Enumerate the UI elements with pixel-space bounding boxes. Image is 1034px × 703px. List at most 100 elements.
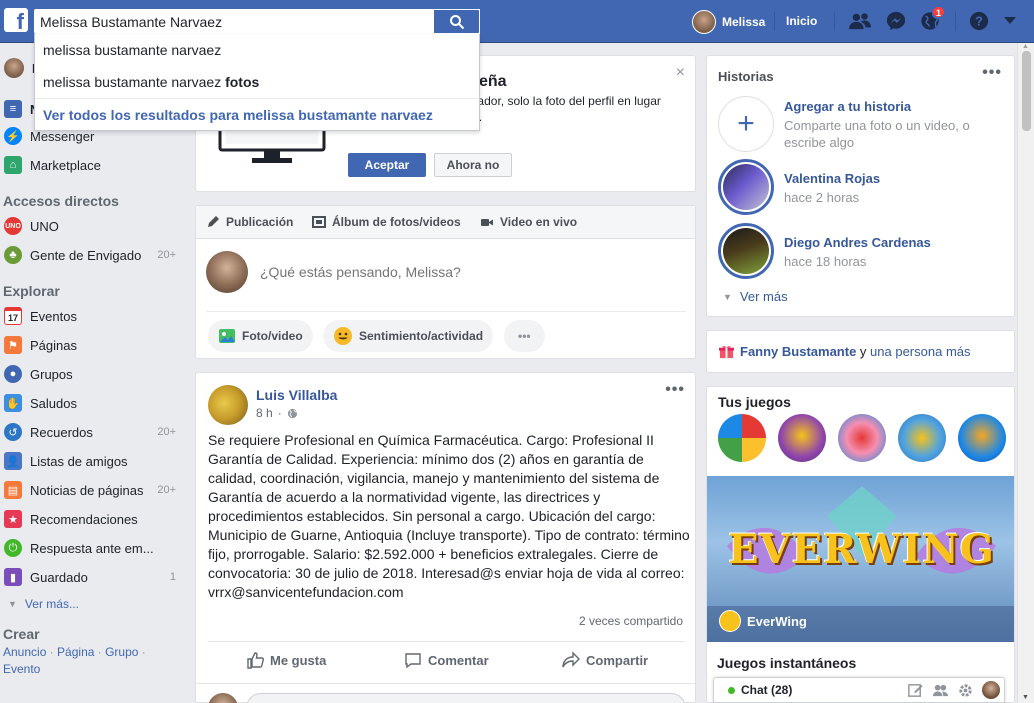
photo-video-button[interactable]: Foto/video bbox=[208, 320, 313, 352]
add-story-title: Agregar a tu historia bbox=[784, 99, 912, 114]
comment-input[interactable] bbox=[246, 693, 686, 703]
account-menu-button[interactable] bbox=[999, 10, 1021, 32]
friends-icon bbox=[849, 13, 871, 30]
scroll-up-arrow[interactable]: ▲ bbox=[1022, 43, 1029, 50]
item-count: 20+ bbox=[157, 249, 176, 261]
divider bbox=[196, 683, 695, 684]
create-group-link[interactable]: Grupo bbox=[105, 645, 138, 659]
birthday-name[interactable]: Fanny Bustamante bbox=[740, 344, 856, 359]
see-all-results-link[interactable]: Ver todos los resultados para melissa bu… bbox=[35, 98, 479, 130]
tab-live-video[interactable]: Video en vivo bbox=[480, 215, 577, 229]
post-options-button[interactable]: ••• bbox=[665, 381, 685, 399]
help-button[interactable]: ? bbox=[967, 10, 991, 32]
story-item[interactable]: Valentina Rojas hace 2 horas bbox=[718, 159, 880, 215]
page-scrollbar[interactable]: ▲ ▼ bbox=[1017, 43, 1034, 703]
accept-button[interactable]: Aceptar bbox=[348, 153, 426, 177]
chat-bar[interactable]: Chat (28) bbox=[713, 677, 1005, 703]
post-author[interactable]: Luis Villalba bbox=[256, 387, 337, 403]
gear-icon[interactable] bbox=[957, 682, 974, 699]
search-input[interactable] bbox=[34, 9, 434, 34]
search-button[interactable] bbox=[434, 9, 480, 34]
sidebar-item-respuesta-ante-emergencias[interactable]: ⏻ Respuesta ante em... bbox=[4, 537, 184, 559]
game-icon[interactable] bbox=[898, 414, 946, 462]
tab-label: Publicación bbox=[226, 215, 294, 229]
memories-icon: ↺ bbox=[4, 423, 22, 441]
story-item[interactable]: Diego Andres Cardenas hace 18 horas bbox=[718, 223, 931, 279]
sidebar-item-grupos[interactable]: ● Grupos bbox=[4, 363, 184, 385]
item-count: 20+ bbox=[157, 484, 176, 496]
gift-icon bbox=[719, 345, 734, 359]
friend-requests-button[interactable] bbox=[848, 10, 872, 32]
profile-link[interactable]: Melissa bbox=[692, 9, 765, 34]
sidebar-item-guardado[interactable]: ▮ Guardado 1 bbox=[4, 566, 184, 588]
stories-see-more[interactable]: ▼ Ver más bbox=[723, 289, 788, 304]
game-icon[interactable] bbox=[718, 414, 766, 462]
create-ad-link[interactable]: Anuncio bbox=[3, 645, 46, 659]
sidebar-item-listas-de-amigos[interactable]: 👤 Listas de amigos bbox=[4, 450, 184, 472]
home-link[interactable]: Inicio bbox=[786, 14, 817, 28]
chat-actions bbox=[907, 681, 1000, 699]
share-button[interactable]: Compartir bbox=[562, 651, 648, 669]
compose-icon[interactable] bbox=[907, 682, 924, 699]
sidebar-item-recomendaciones[interactable]: ★ Recomendaciones bbox=[4, 508, 184, 530]
sidebar-item-label: Saludos bbox=[30, 395, 77, 411]
game-icon[interactable] bbox=[778, 414, 826, 462]
sidebar-item-label: Listas de amigos bbox=[30, 453, 128, 469]
create-page-link[interactable]: Página bbox=[57, 645, 94, 659]
sidebar-item-uno[interactable]: UNO UNO bbox=[4, 215, 184, 237]
pencil-icon bbox=[208, 216, 219, 227]
close-icon[interactable]: × bbox=[676, 64, 685, 82]
sidebar-item-saludos[interactable]: ✋ Saludos bbox=[4, 392, 184, 414]
see-more-link[interactable]: ▼ Ver más... bbox=[8, 597, 79, 611]
new-group-icon[interactable] bbox=[932, 682, 949, 699]
post-meta: 8 h · bbox=[256, 406, 298, 420]
game-icon[interactable] bbox=[958, 414, 1006, 462]
suggestion-text: melissa bustamante narvaez bbox=[43, 74, 226, 90]
suggestion-bold-text: fotos bbox=[225, 74, 260, 90]
create-links: Anuncio · Página · Grupo · Evento bbox=[3, 645, 146, 676]
suggestion-item[interactable]: melissa bustamante narvaez bbox=[35, 34, 479, 66]
friend-lists-icon: 👤 bbox=[4, 452, 22, 470]
sidebar-item-noticias-de-paginas[interactable]: ▤ Noticias de páginas 20+ bbox=[4, 479, 184, 501]
birthday-others[interactable]: una persona más bbox=[870, 344, 970, 359]
feeling-activity-button[interactable]: Sentimiento/actividad bbox=[323, 320, 494, 352]
avatar bbox=[208, 693, 238, 703]
create-event-link[interactable]: Evento bbox=[3, 662, 40, 676]
games-title: Tus juegos bbox=[718, 394, 791, 410]
messages-button[interactable] bbox=[884, 10, 908, 32]
stories-options-button[interactable]: ••• bbox=[982, 64, 1002, 82]
globe-icon bbox=[287, 408, 297, 418]
tab-post[interactable]: Publicación bbox=[206, 215, 293, 229]
scroll-thumb[interactable] bbox=[1022, 51, 1031, 131]
post-time[interactable]: 8 h bbox=[256, 406, 273, 420]
tab-photo-album[interactable]: Álbum de fotos/videos bbox=[312, 215, 461, 229]
sidebar-item-gente-de-envigado[interactable]: ♣ Gente de Envigado 20+ bbox=[4, 244, 184, 266]
sidebar-item-label: Gente de Envigado bbox=[30, 247, 142, 263]
not-now-button[interactable]: Ahora no bbox=[434, 153, 512, 177]
add-story-item[interactable]: + Agregar a tu historia Comparte una fot… bbox=[718, 96, 994, 152]
more-options-button[interactable]: ••• bbox=[504, 320, 545, 352]
notification-badge: 1 bbox=[932, 6, 946, 18]
game-banner[interactable]: EVERWING EverWing bbox=[707, 476, 1014, 642]
status-input[interactable] bbox=[260, 264, 660, 280]
suggestion-item[interactable]: melissa bustamante narvaez fotos bbox=[35, 66, 479, 98]
sidebar-item-eventos[interactable]: 17 Eventos bbox=[4, 305, 184, 327]
sidebar-item-marketplace[interactable]: ⌂ Marketplace bbox=[4, 154, 184, 176]
avatar[interactable] bbox=[982, 681, 1000, 699]
avatar[interactable] bbox=[208, 385, 248, 425]
comment-button[interactable]: Comentar bbox=[404, 651, 489, 669]
sidebar-item-paginas[interactable]: ⚑ Páginas bbox=[4, 334, 184, 356]
facebook-logo[interactable]: f bbox=[4, 8, 28, 32]
stories-card: Historias ••• + Agregar a tu historia Co… bbox=[706, 55, 1015, 317]
like-button[interactable]: Me gusta bbox=[246, 651, 326, 669]
game-icon[interactable] bbox=[838, 414, 886, 462]
search-box[interactable] bbox=[34, 9, 480, 34]
instant-games-title: Juegos instantáneos bbox=[717, 655, 857, 671]
album-icon bbox=[312, 216, 326, 228]
scroll-down-arrow[interactable]: ▼ bbox=[1022, 694, 1029, 701]
post-text: Se requiere Profesional en Química Farma… bbox=[208, 432, 690, 600]
share-count[interactable]: 2 veces compartido bbox=[579, 614, 683, 628]
sidebar-item-recuerdos[interactable]: ↺ Recuerdos 20+ bbox=[4, 421, 184, 443]
pill-label: Foto/video bbox=[242, 329, 303, 343]
user-name: Melissa bbox=[722, 14, 766, 29]
